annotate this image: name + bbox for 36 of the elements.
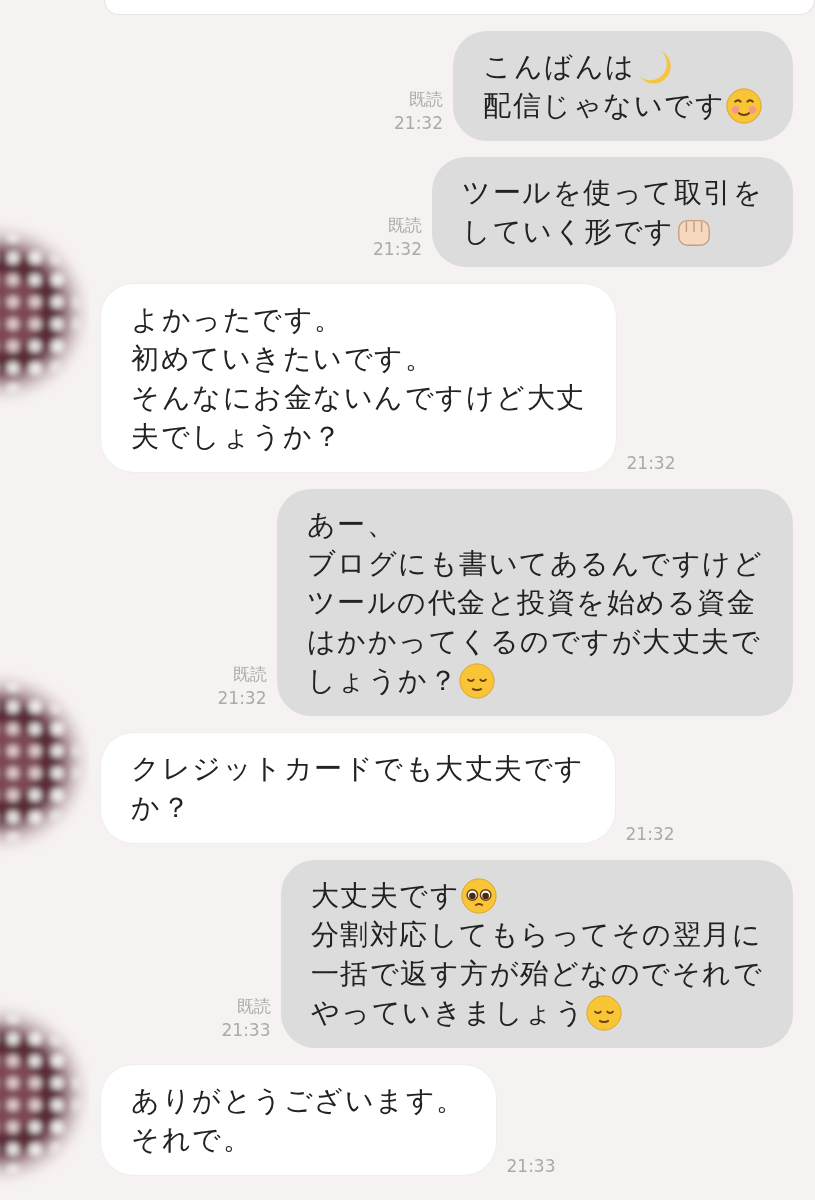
message-text: あー、 bbox=[306, 507, 396, 543]
message-text: 夫でしょうか？ bbox=[131, 419, 343, 455]
message-time: 21:32 bbox=[373, 238, 422, 261]
message-text: ブログにも書いてあるんですけど bbox=[306, 546, 763, 582]
message-text: やっていきましょう bbox=[310, 995, 585, 1031]
read-receipt: 既読 bbox=[236, 995, 271, 1018]
read-receipt: 既読 bbox=[232, 663, 267, 686]
smiling-face-icon bbox=[585, 993, 623, 1032]
read-receipt: 既読 bbox=[388, 214, 422, 237]
smiling-face-icon bbox=[725, 86, 763, 125]
message-text: ありがとうございます。 bbox=[131, 1083, 466, 1119]
pleading-face-icon bbox=[460, 876, 498, 915]
message-time: 21:33 bbox=[506, 1156, 556, 1176]
message-time: 21:32 bbox=[626, 453, 676, 473]
message-text: 初めていきたいです。 bbox=[131, 341, 434, 377]
message-text: しょうか？ bbox=[306, 663, 458, 699]
message-text: そんなにお金ないんですけど大丈 bbox=[131, 380, 586, 416]
message-text: クレジットカードでも大丈夫です bbox=[131, 751, 585, 787]
message-text: それで。 bbox=[131, 1122, 252, 1158]
message-text: はかかってくるのですが大丈夫で bbox=[306, 624, 761, 660]
message-text: ツールを使って取引を bbox=[462, 175, 763, 211]
message-text: か？ bbox=[131, 790, 191, 826]
message-text: していく形です bbox=[462, 214, 675, 250]
message-text: こんばんは bbox=[483, 49, 636, 85]
message-time: 21:32 bbox=[217, 687, 267, 710]
message-text: 大丈夫です bbox=[310, 878, 460, 914]
message-time: 21:33 bbox=[221, 1019, 271, 1042]
smiling-face-icon bbox=[458, 661, 496, 700]
message-text: 分割対応してもらってその翌月に bbox=[310, 917, 762, 953]
message-text: よかったです。 bbox=[131, 302, 344, 338]
read-receipt: 既読 bbox=[409, 88, 443, 111]
message-text: 一括で返す方が殆どなのでそれで bbox=[310, 956, 763, 992]
message-time: 21:32 bbox=[394, 112, 443, 135]
message-text: 配信じゃないです bbox=[483, 88, 725, 124]
message-text: ツールの代金と投資を始める資金 bbox=[306, 585, 756, 621]
message-time: 21:32 bbox=[625, 824, 675, 844]
